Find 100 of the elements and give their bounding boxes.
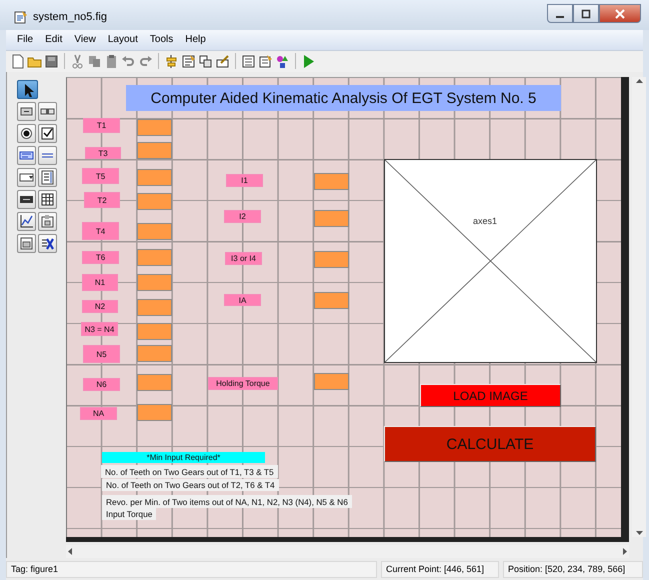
- window-title: system_no5.fig: [33, 10, 108, 23]
- palette-tool[interactable]: [17, 190, 36, 210]
- run-icon[interactable]: [301, 54, 316, 69]
- editor-icon[interactable]: [241, 54, 256, 69]
- palette-tool[interactable]: [38, 102, 57, 122]
- minimize-icon: [556, 16, 564, 18]
- static-label: T1: [83, 118, 120, 134]
- input-field[interactable]: [137, 345, 172, 362]
- action-button[interactable]: LOAD IMAGE: [420, 384, 561, 408]
- required-note: *Min Input Required*: [102, 452, 265, 464]
- palette-tool[interactable]: [17, 168, 36, 188]
- listbox-icon: [40, 170, 55, 186]
- shapes-icon[interactable]: [275, 54, 290, 69]
- minimize-button[interactable]: [547, 4, 573, 24]
- input-field[interactable]: [137, 374, 172, 392]
- tab-order-icon[interactable]: [198, 54, 213, 69]
- static-label: T5: [82, 168, 119, 184]
- static-label: N2: [82, 300, 118, 314]
- table-icon: [40, 192, 55, 208]
- instruction-text: No. of Teeth on Two Gears out of T2, T6 & T4: [102, 479, 279, 492]
- paste-icon[interactable]: [104, 54, 119, 69]
- panel-icon: [40, 214, 55, 230]
- scroll-left-icon[interactable]: [66, 547, 74, 556]
- static-label: T3: [85, 147, 121, 160]
- static-label: N6: [83, 378, 120, 392]
- tag-status: Tag: figure1: [6, 560, 377, 578]
- instruction-text: No. of Teeth on Two Gears out of T1, T3 & T5: [101, 465, 278, 478]
- redo-icon[interactable]: [138, 54, 153, 69]
- save-icon[interactable]: [44, 54, 59, 69]
- button-group-icon: [19, 236, 34, 252]
- palette-tool[interactable]: [17, 102, 36, 122]
- new-file-icon[interactable]: [10, 54, 25, 69]
- input-field[interactable]: [314, 292, 349, 310]
- input-field[interactable]: [137, 323, 172, 340]
- activex-icon: [40, 236, 55, 252]
- input-field[interactable]: [137, 119, 172, 136]
- input-field[interactable]: [314, 173, 349, 190]
- instruction-text: Input Torque: [102, 508, 156, 520]
- menu-editor-icon[interactable]: [181, 54, 196, 69]
- static-label: N3 = N4: [81, 322, 118, 336]
- scroll-up-icon[interactable]: [634, 77, 644, 86]
- menu-item[interactable]: File: [12, 34, 38, 46]
- figure-file-icon: [14, 10, 28, 24]
- position-status: Position: [520, 234, 789, 566]: [503, 560, 643, 578]
- static-label: I3 or I4: [225, 252, 262, 266]
- input-field[interactable]: [137, 223, 172, 240]
- static-label: T6: [82, 251, 119, 264]
- undo-icon[interactable]: [121, 54, 136, 69]
- toolbar-editor-icon[interactable]: [215, 54, 230, 69]
- palette-tool[interactable]: [17, 80, 38, 100]
- close-icon: [615, 8, 625, 19]
- align-icon[interactable]: [164, 54, 179, 69]
- static-label: N5: [83, 345, 120, 364]
- palette-tool[interactable]: [17, 234, 36, 254]
- static-label: IA: [224, 294, 261, 306]
- input-field[interactable]: [137, 142, 172, 160]
- input-field[interactable]: [137, 193, 172, 210]
- menu-item[interactable]: Layout: [102, 34, 143, 46]
- static-label: T4: [82, 222, 119, 240]
- maximize-icon: [581, 8, 591, 19]
- menu-item[interactable]: Tools: [144, 34, 178, 46]
- palette-tool[interactable]: [17, 212, 36, 232]
- property-inspector-icon[interactable]: [258, 54, 273, 69]
- static-label: I2: [224, 210, 261, 224]
- static-label: N1: [82, 274, 118, 292]
- palette-tool[interactable]: [38, 146, 57, 166]
- static-label: Holding Torque: [208, 377, 278, 390]
- static-label: NA: [80, 407, 117, 420]
- scroll-right-icon[interactable]: [621, 547, 629, 556]
- palette-tool[interactable]: [17, 124, 36, 144]
- radio-button-icon: [19, 126, 34, 142]
- palette-tool[interactable]: [17, 146, 36, 166]
- checkbox-icon: [40, 126, 55, 142]
- input-field[interactable]: [314, 373, 349, 390]
- input-field[interactable]: [137, 274, 172, 292]
- input-field[interactable]: [137, 169, 172, 186]
- palette-tool[interactable]: [38, 212, 57, 232]
- menu-item[interactable]: Edit: [40, 34, 68, 46]
- axes-icon: [19, 214, 34, 230]
- input-field[interactable]: [137, 249, 172, 266]
- input-field[interactable]: [137, 404, 172, 422]
- menu-item[interactable]: View: [69, 34, 101, 46]
- copy-icon[interactable]: [87, 54, 102, 69]
- palette-tool[interactable]: [38, 234, 57, 254]
- input-field[interactable]: [137, 299, 172, 316]
- static-label: I1: [226, 174, 263, 188]
- palette-tool[interactable]: [38, 168, 57, 188]
- palette-tool[interactable]: [38, 124, 57, 144]
- scroll-down-icon[interactable]: [634, 529, 644, 538]
- close-button[interactable]: [599, 4, 641, 24]
- scissors-icon[interactable]: [70, 54, 85, 69]
- input-field[interactable]: [314, 251, 349, 268]
- maximize-button[interactable]: [573, 4, 599, 24]
- menu-item[interactable]: Help: [180, 34, 211, 46]
- current-point-status: Current Point: [446, 561]: [381, 560, 499, 578]
- input-field[interactable]: [314, 210, 349, 228]
- heading-label: Computer Aided Kinematic Analysis Of EGT System No. 5: [126, 85, 561, 112]
- palette-tool[interactable]: [38, 190, 57, 210]
- instruction-text: Revo. per Min. of Two items out of NA, N1, N2, N3 (N4), N5 & N6: [102, 495, 352, 508]
- static-label: T2: [84, 192, 120, 208]
